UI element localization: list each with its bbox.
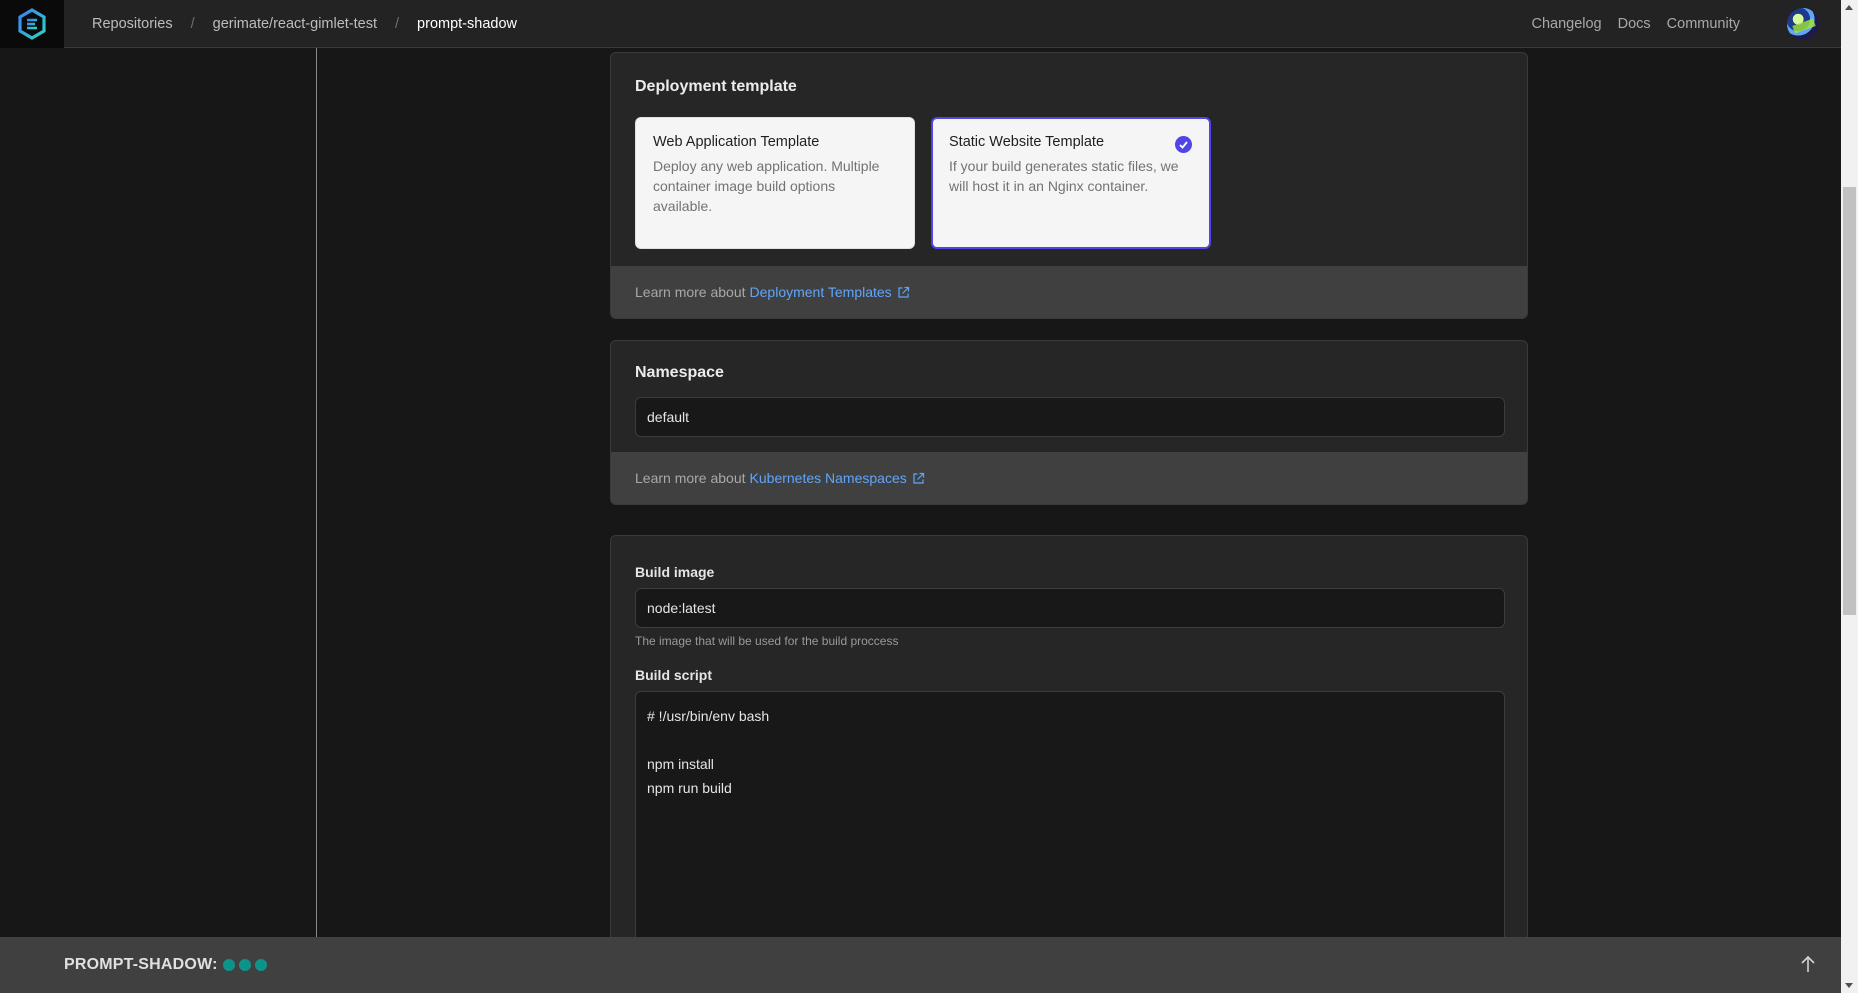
- template-option-web-application[interactable]: Web Application Template Deploy any web …: [635, 117, 915, 249]
- user-avatar[interactable]: [1787, 7, 1819, 40]
- build-script-label: Build script: [635, 667, 713, 683]
- arrow-up-icon: [1801, 955, 1815, 972]
- bottom-status-bar: PROMPT-SHADOW:: [0, 937, 1841, 993]
- page-scrollbar[interactable]: [1841, 0, 1858, 993]
- kubernetes-namespaces-link[interactable]: Kubernetes Namespaces: [750, 470, 925, 486]
- app-name-label: PROMPT-SHADOW:: [64, 956, 218, 973]
- namespace-input[interactable]: [635, 397, 1505, 437]
- status-dot: [238, 959, 251, 971]
- template-option-description: Deploy any web application. Multiple con…: [653, 158, 880, 214]
- build-script-textarea[interactable]: [635, 691, 1505, 951]
- external-link-icon: [898, 286, 909, 298]
- kubernetes-namespaces-link-label: Kubernetes Namespaces: [749, 470, 907, 486]
- learn-more-text: Learn more about: [635, 470, 746, 486]
- template-option-static-website[interactable]: Static Website Template If your build ge…: [931, 117, 1211, 249]
- logo[interactable]: [0, 0, 64, 48]
- breadcrumb-repository[interactable]: gerimate/react-gimlet-test: [213, 16, 377, 32]
- template-option-description: If your build generates static files, we…: [949, 158, 1179, 194]
- nav-docs-link[interactable]: Docs: [1618, 16, 1651, 32]
- deployment-template-card: Deployment template Web Application Temp…: [610, 52, 1528, 319]
- template-options: Web Application Template Deploy any web …: [635, 117, 1503, 249]
- deployment-template-title: Deployment template: [635, 78, 797, 95]
- top-nav-links: Changelog Docs Community: [1515, 7, 1819, 40]
- scroll-to-top-button[interactable]: [1797, 951, 1819, 977]
- status-dot: [254, 959, 267, 971]
- namespace-card: Namespace Learn more about Kubernetes Na…: [610, 340, 1528, 505]
- nav-community-link[interactable]: Community: [1667, 16, 1740, 32]
- breadcrumb-separator: /: [190, 15, 195, 32]
- scroll-thumb[interactable]: [1843, 187, 1856, 615]
- build-settings-card: Build image The image that will be used …: [610, 535, 1528, 955]
- external-link-icon: [913, 472, 924, 484]
- deployment-templates-link[interactable]: Deployment Templates: [750, 284, 910, 300]
- deployment-templates-link-label: Deployment Templates: [749, 284, 892, 300]
- top-navigation-bar: Repositories / gerimate/react-gimlet-tes…: [0, 0, 1841, 48]
- breadcrumb: Repositories / gerimate/react-gimlet-tes…: [92, 16, 517, 32]
- namespace-footer: Learn more about Kubernetes Namespaces: [611, 452, 1527, 504]
- status-dot: [222, 959, 235, 971]
- scroll-up-arrow-icon[interactable]: [1845, 5, 1853, 10]
- namespace-title: Namespace: [635, 364, 724, 381]
- build-image-help-text: The image that will be used for the buil…: [635, 634, 899, 648]
- breadcrumb-repositories[interactable]: Repositories: [92, 16, 173, 32]
- status-indicator: [222, 959, 267, 971]
- sidebar-divider: [316, 48, 317, 937]
- scroll-down-arrow-icon[interactable]: [1845, 983, 1853, 988]
- template-option-title: Web Application Template: [653, 134, 820, 150]
- breadcrumb-separator: /: [395, 15, 400, 32]
- nav-changelog-link[interactable]: Changelog: [1531, 16, 1601, 32]
- build-image-label: Build image: [635, 564, 715, 580]
- deployment-template-footer: Learn more about Deployment Templates: [611, 266, 1527, 318]
- learn-more-text: Learn more about: [635, 284, 746, 300]
- build-image-input[interactable]: [635, 588, 1505, 628]
- breadcrumb-current-app[interactable]: prompt-shadow: [417, 16, 517, 32]
- template-option-title: Static Website Template: [949, 134, 1105, 150]
- gimlet-logo-icon: [18, 7, 46, 40]
- selected-check-icon: [1175, 136, 1192, 153]
